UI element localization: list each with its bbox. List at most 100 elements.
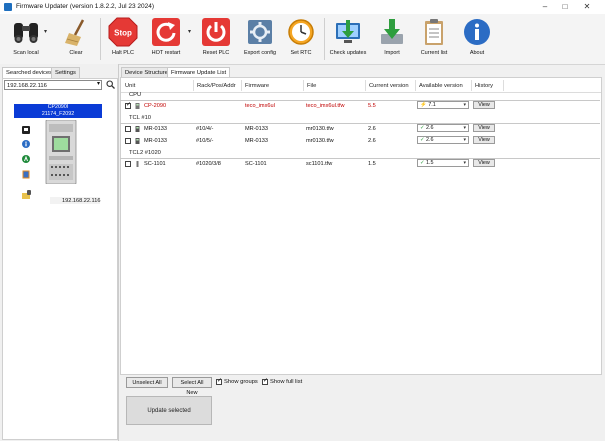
- row-file: mr0130.tfw: [306, 138, 334, 144]
- title-bar: Firmware Updater (version 1.8.2.2, Jul 2…: [0, 0, 605, 14]
- close-icon[interactable]: ✕: [580, 2, 594, 12]
- row-checkbox[interactable]: [125, 161, 131, 167]
- available-version-select[interactable]: ✓ 2.6 ▾: [417, 136, 469, 144]
- column-divider[interactable]: [415, 80, 416, 91]
- device-name-badge[interactable]: CP2090I: [14, 104, 102, 111]
- available-version-value: 2.6: [426, 137, 434, 143]
- device-ip-label: 192.168.22.116: [62, 198, 101, 204]
- io-module-icon: [135, 126, 140, 132]
- search-icon[interactable]: [106, 80, 115, 89]
- available-version-select[interactable]: ✓ 1.5 ▾: [417, 159, 469, 167]
- import-icon: [381, 19, 403, 44]
- update-available-icon: ⚡: [420, 102, 427, 108]
- window-title: Firmware Updater (version 1.8.2.2, Jul 2…: [16, 3, 155, 10]
- export-config-button[interactable]: Export config: [240, 16, 280, 62]
- scan-dropdown-icon[interactable]: ▾: [44, 28, 50, 35]
- column-header-history[interactable]: History: [475, 83, 493, 89]
- column-divider[interactable]: [303, 80, 304, 91]
- lambda-icon[interactable]: [22, 155, 30, 163]
- network-icon[interactable]: [22, 126, 30, 134]
- hot-restart-button[interactable]: HOT restart: [146, 16, 186, 62]
- row-file: sc1101.tfw: [306, 161, 333, 167]
- row-addr: #10/4/-: [196, 126, 214, 132]
- column-header-unit[interactable]: Unit: [125, 83, 135, 89]
- lock-folder-icon[interactable]: [22, 190, 32, 199]
- clear-label: Clear: [69, 50, 83, 56]
- available-version-select[interactable]: ✓ 2.6 ▾: [417, 124, 469, 132]
- row-checkbox[interactable]: [125, 126, 131, 132]
- minimize-icon[interactable]: –: [538, 2, 552, 12]
- column-header-file[interactable]: File: [307, 83, 316, 89]
- row-unit: CP-2090: [144, 103, 167, 109]
- check-icon: ✓: [420, 160, 425, 166]
- unselect-all-button[interactable]: Unselect All: [126, 377, 168, 388]
- clear-button[interactable]: Clear: [60, 16, 92, 62]
- import-button[interactable]: Import: [376, 16, 408, 62]
- row-unit: MR-0133: [144, 126, 168, 132]
- group-label-cpu: CPU: [129, 92, 142, 98]
- show-full-list-checkbox[interactable]: [262, 377, 268, 385]
- stop-icon: Stop: [108, 17, 138, 47]
- halt-plc-button[interactable]: Stop Halt PLC: [106, 16, 140, 62]
- current-list-label: Current list: [420, 50, 448, 56]
- info-icon[interactable]: [22, 140, 30, 148]
- column-header-firmware[interactable]: Firmware: [245, 83, 269, 89]
- export-config-label: Export config: [243, 50, 277, 56]
- restart-dropdown-icon[interactable]: ▾: [188, 28, 194, 35]
- firmware-update-grid: Unit Rack/Pos/Addr Firmware File Current…: [120, 77, 602, 375]
- scan-local-button[interactable]: Scan local: [6, 16, 46, 62]
- view-history-button[interactable]: View: [473, 159, 495, 167]
- show-groups-checkbox[interactable]: [216, 377, 222, 385]
- column-divider[interactable]: [471, 80, 472, 91]
- about-label: About: [469, 50, 485, 56]
- set-rtc-button[interactable]: Set RTC: [284, 16, 318, 62]
- view-history-button[interactable]: View: [473, 124, 495, 132]
- app-icon: [4, 3, 12, 11]
- info-icon: [464, 19, 490, 45]
- available-version-select[interactable]: ⚡ 7.1 ▾: [417, 101, 469, 109]
- export-config-icon: [248, 20, 272, 44]
- check-icon: ✓: [420, 137, 425, 143]
- column-divider[interactable]: [365, 80, 366, 91]
- device-serial-badge[interactable]: 21174_F2092: [14, 111, 102, 118]
- toolbar-separator: [324, 18, 325, 60]
- chevron-down-icon: ▾: [463, 137, 466, 143]
- reset-plc-button[interactable]: Reset PLC: [198, 16, 234, 62]
- maximize-icon[interactable]: □: [558, 2, 572, 12]
- set-rtc-label: Set RTC: [290, 50, 312, 56]
- about-button[interactable]: About: [460, 16, 494, 62]
- group-divider: [120, 158, 600, 159]
- plc-device-image: [45, 120, 77, 184]
- ip-select[interactable]: 192.168.22.116: [4, 80, 102, 90]
- check-updates-button[interactable]: Check updates: [328, 16, 368, 62]
- select-all-new-button[interactable]: Select All New: [172, 377, 212, 396]
- column-header-current-version[interactable]: Current version: [369, 83, 409, 89]
- column-header-available-version[interactable]: Available version: [419, 83, 463, 89]
- column-divider[interactable]: [503, 80, 504, 91]
- row-firmware: MR-0133: [245, 126, 269, 132]
- plc-unit-icon: [135, 103, 140, 109]
- column-header-addr[interactable]: Rack/Pos/Addr: [197, 83, 236, 89]
- row-checkbox[interactable]: [125, 138, 131, 144]
- check-updates-label: Check updates: [329, 50, 367, 56]
- row-current-version: 5.5: [368, 103, 376, 109]
- row-file: mr0130.tfw: [306, 126, 334, 132]
- column-divider[interactable]: [241, 80, 242, 91]
- chevron-down-icon[interactable]: ▾: [97, 80, 100, 87]
- current-list-button[interactable]: Current list: [416, 16, 452, 62]
- column-divider[interactable]: [193, 80, 194, 91]
- chevron-down-icon: ▾: [463, 102, 466, 108]
- row-current-version: 1.5: [368, 161, 376, 167]
- row-checkbox[interactable]: [125, 101, 131, 109]
- update-selected-button[interactable]: Update selected: [126, 396, 212, 425]
- monitor-download-icon: [336, 20, 360, 43]
- book-icon[interactable]: [22, 170, 30, 179]
- row-firmware: MR-0133: [245, 138, 269, 144]
- view-history-button[interactable]: View: [473, 101, 495, 109]
- view-history-button[interactable]: View: [473, 136, 495, 144]
- row-unit: SC-1101: [144, 161, 166, 167]
- tab-settings[interactable]: Settings: [51, 67, 80, 78]
- io-module-icon: [135, 138, 140, 144]
- tab-searched-devices[interactable]: Searched devices: [2, 67, 57, 78]
- restart-icon: [152, 18, 180, 46]
